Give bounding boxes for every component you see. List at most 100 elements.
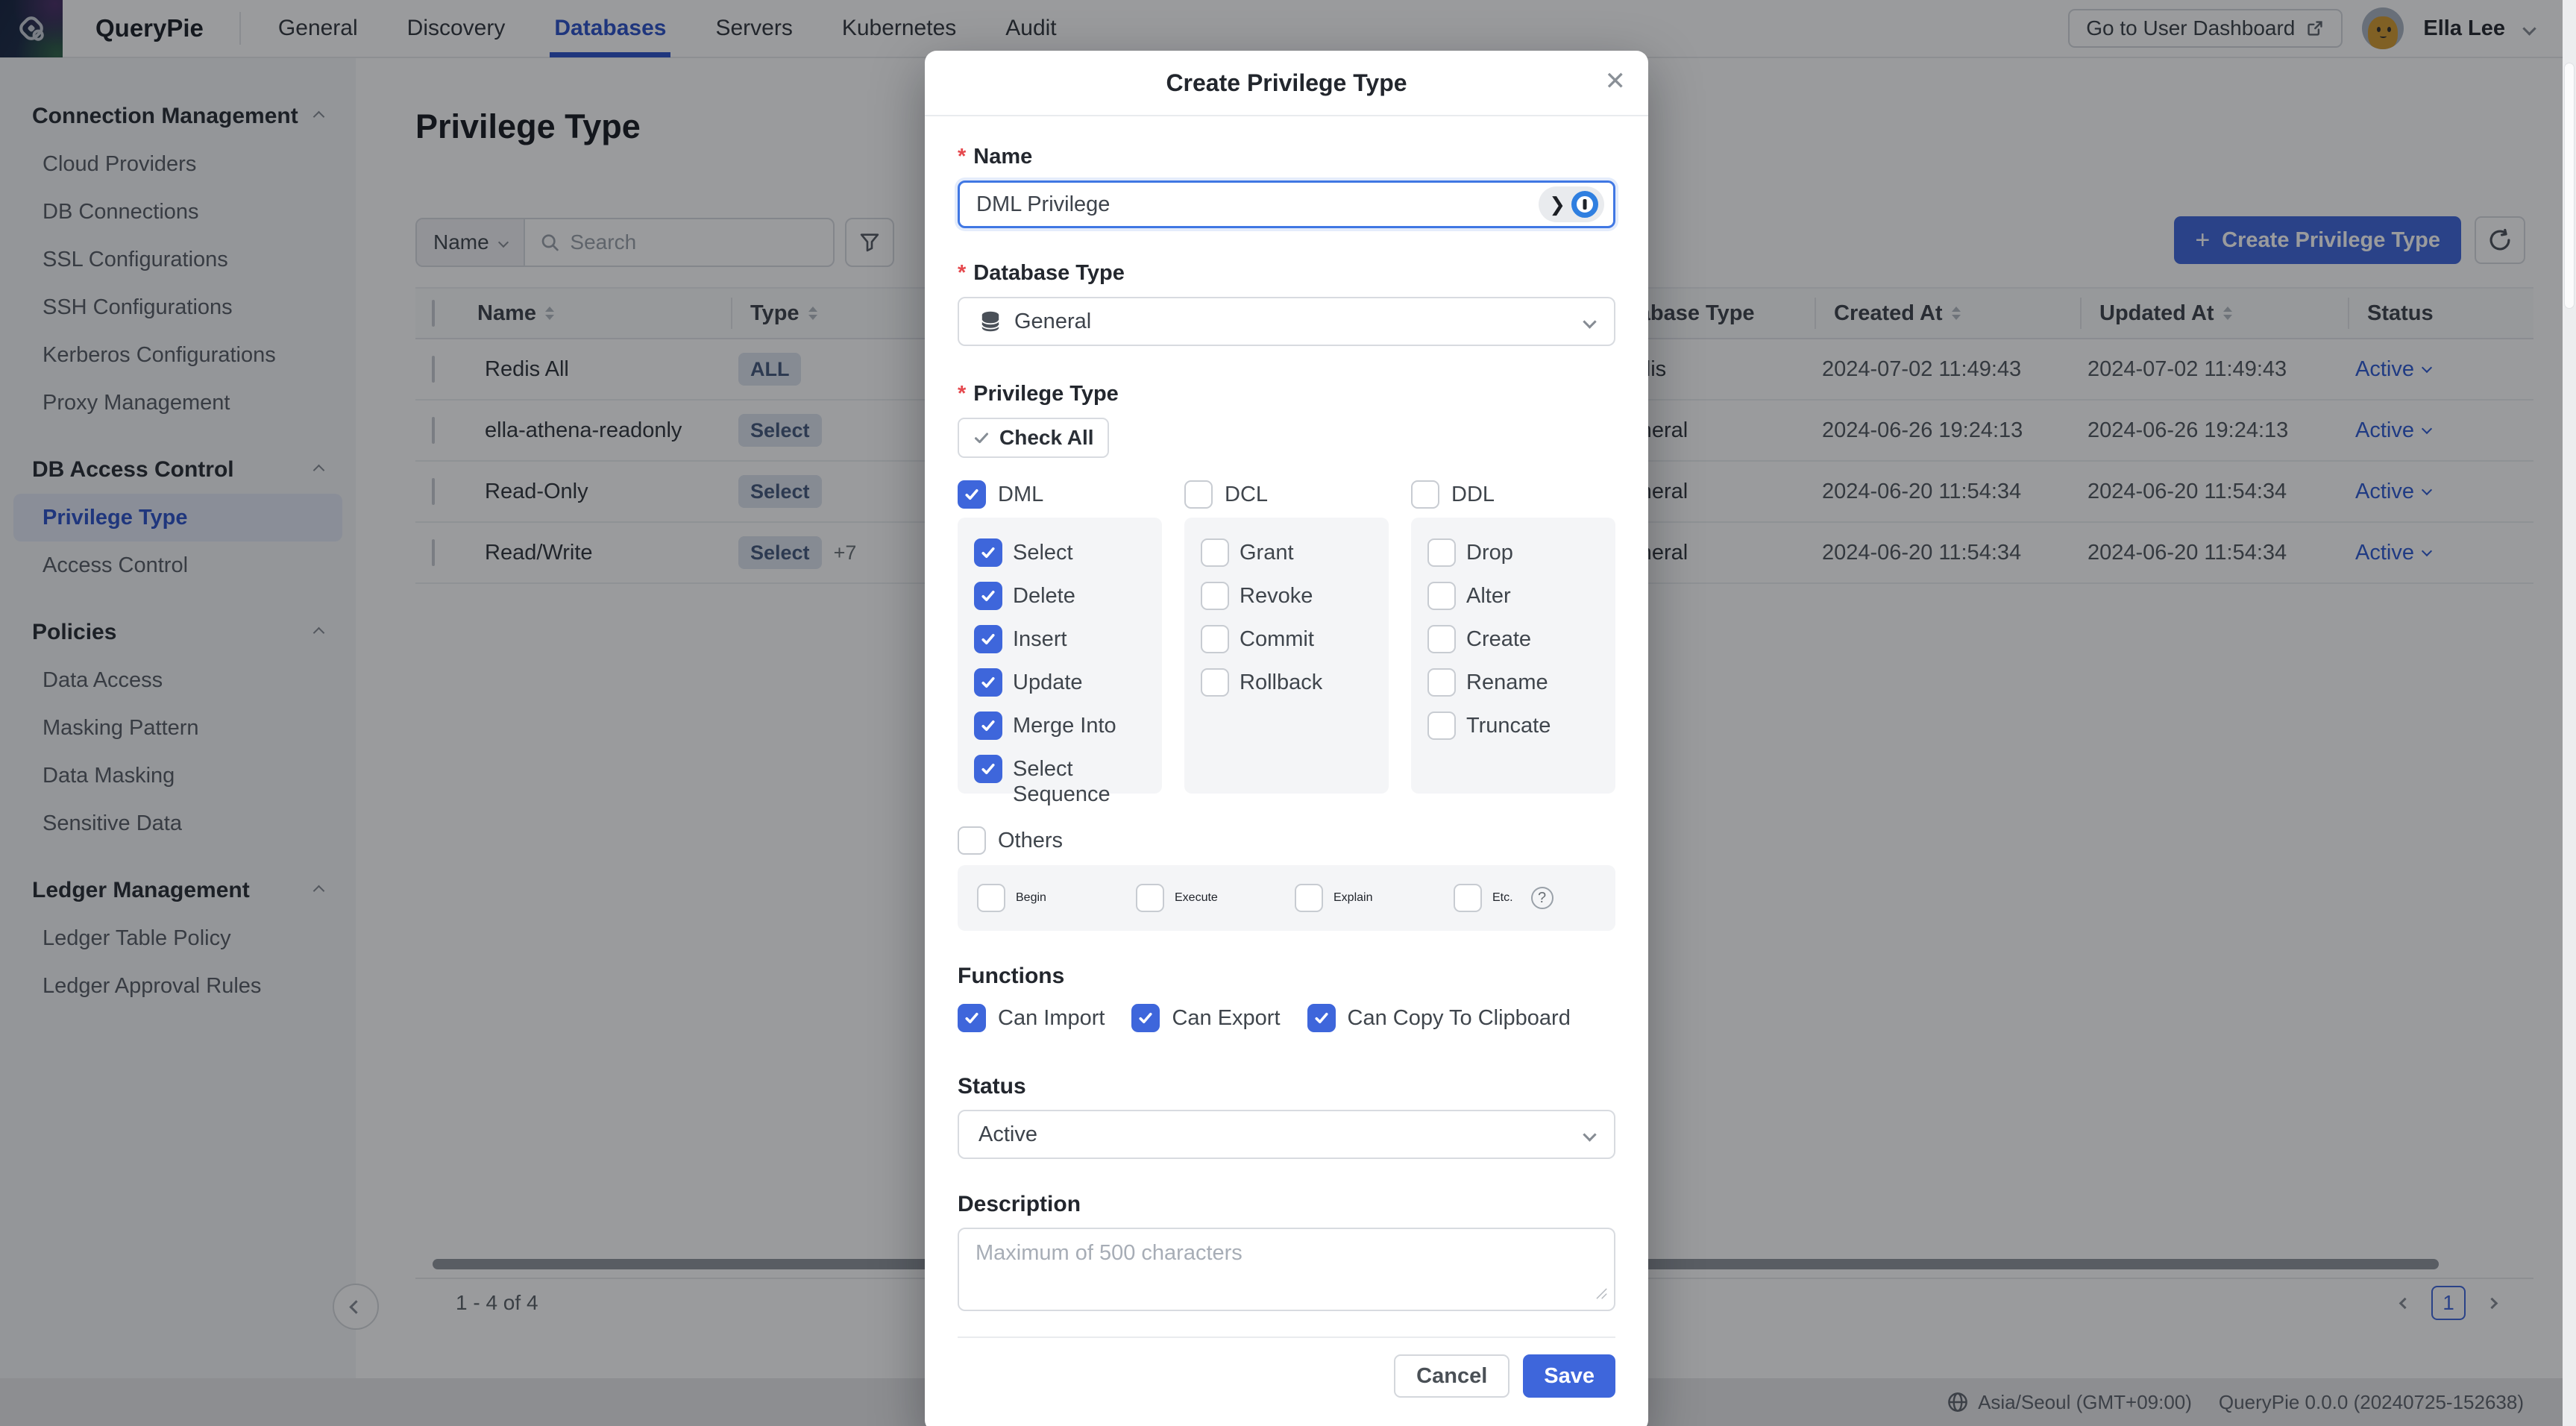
group-dml: DML Select Delete Insert	[958, 480, 1162, 794]
group-label: DML	[998, 483, 1043, 507]
merge-into-checkbox[interactable]	[974, 712, 1002, 740]
caret-icon: ❯	[1549, 193, 1565, 216]
alter-checkbox[interactable]	[1427, 582, 1456, 610]
functions-row: Can Import Can Export Can Copy To Clipbo…	[958, 1004, 1615, 1032]
close-icon[interactable]: ✕	[1605, 69, 1627, 94]
function-option: Can Import	[958, 1004, 1105, 1032]
privilege-type-label: * Privilege Type	[958, 382, 1615, 407]
check-all-label: Check All	[999, 426, 1094, 450]
database-icon	[978, 310, 1002, 333]
modal-title: Create Privilege Type	[1166, 69, 1407, 97]
name-field: ❯	[958, 180, 1615, 228]
rename-checkbox[interactable]	[1427, 668, 1456, 697]
others-label: Others	[998, 829, 1063, 853]
modal-footer: Cancel Save	[958, 1337, 1615, 1416]
group-header-ddl: DDL	[1411, 480, 1615, 509]
rollback-checkbox[interactable]	[1201, 668, 1229, 697]
execute-checkbox[interactable]	[1136, 884, 1164, 912]
select-checkbox[interactable]	[974, 538, 1002, 567]
update-checkbox[interactable]	[974, 668, 1002, 697]
group-ddl: DDL Drop Alter Create	[1411, 480, 1615, 794]
privilege-option: Execute	[1136, 884, 1295, 912]
privilege-option: Merge Into	[974, 712, 1146, 740]
privilege-groups: DML Select Delete Insert	[958, 480, 1615, 794]
check-icon	[973, 429, 990, 447]
dml-panel: Select Delete Insert Update	[958, 518, 1162, 794]
privilege-option: Insert	[974, 625, 1146, 653]
create-checkbox[interactable]	[1427, 625, 1456, 653]
privilege-option: Create	[1427, 625, 1599, 653]
modal-body: * Name ❯ * Database Type General	[925, 145, 1648, 1416]
can-copy-to-clipboard-checkbox[interactable]	[1307, 1004, 1336, 1032]
modal-header: Create Privilege Type ✕	[925, 51, 1648, 116]
begin-checkbox[interactable]	[977, 884, 1005, 912]
delete-checkbox[interactable]	[974, 582, 1002, 610]
privilege-option: Rollback	[1201, 668, 1372, 697]
drop-checkbox[interactable]	[1427, 538, 1456, 567]
privilege-option: Truncate	[1427, 712, 1599, 740]
description-textarea[interactable]: Maximum of 500 characters	[958, 1228, 1615, 1311]
select-sequence-checkbox[interactable]	[974, 755, 1002, 783]
chevron-down-icon	[1583, 315, 1596, 328]
truncate-checkbox[interactable]	[1427, 712, 1456, 740]
group-dcl: DCL Grant Revoke Commit	[1184, 480, 1389, 794]
check-all-button[interactable]: Check All	[958, 418, 1109, 458]
1password-autofill-icon[interactable]: ❯	[1539, 186, 1604, 222]
ddl-panel: Drop Alter Create Rename	[1411, 518, 1615, 794]
privilege-option: Explain	[1295, 884, 1454, 912]
dcl-checkbox[interactable]	[1184, 480, 1213, 509]
privilege-option: Grant	[1201, 538, 1372, 567]
etc-checkbox[interactable]	[1454, 884, 1482, 912]
commit-checkbox[interactable]	[1201, 625, 1229, 653]
save-button[interactable]: Save	[1523, 1354, 1615, 1398]
privilege-option: Alter	[1427, 582, 1599, 610]
required-asterisk: *	[958, 261, 966, 286]
others-header: Others	[958, 826, 1615, 855]
database-type-value: General	[1014, 310, 1091, 334]
others-checkbox[interactable]	[958, 826, 986, 855]
dcl-panel: Grant Revoke Commit Rollback	[1184, 518, 1389, 794]
insert-checkbox[interactable]	[974, 625, 1002, 653]
description-placeholder: Maximum of 500 characters	[976, 1241, 1243, 1265]
1password-ring-icon	[1571, 191, 1598, 218]
group-header-dml: DML	[958, 480, 1162, 509]
privilege-option: Commit	[1201, 625, 1372, 653]
explain-checkbox[interactable]	[1295, 884, 1323, 912]
create-privilege-type-modal: Create Privilege Type ✕ * Name ❯ * Datab…	[925, 51, 1648, 1426]
group-label: DCL	[1225, 483, 1268, 507]
grant-checkbox[interactable]	[1201, 538, 1229, 567]
functions-label: Functions	[958, 964, 1615, 989]
can-export-checkbox[interactable]	[1131, 1004, 1160, 1032]
privilege-option: Begin	[977, 884, 1136, 912]
help-icon[interactable]: ?	[1531, 887, 1554, 909]
required-asterisk: *	[958, 145, 966, 169]
group-label: DDL	[1451, 483, 1495, 507]
group-header-dcl: DCL	[1184, 480, 1389, 509]
status-value: Active	[978, 1122, 1037, 1147]
vertical-scrollbar[interactable]	[2563, 0, 2576, 1426]
privilege-option: Delete	[974, 582, 1146, 610]
privilege-option: Drop	[1427, 538, 1599, 567]
resize-handle-icon[interactable]	[1595, 1287, 1608, 1304]
revoke-checkbox[interactable]	[1201, 582, 1229, 610]
name-label: * Name	[958, 145, 1615, 170]
name-input[interactable]	[976, 192, 1539, 217]
privilege-option: Update	[974, 668, 1146, 697]
ddl-checkbox[interactable]	[1411, 480, 1439, 509]
cancel-button[interactable]: Cancel	[1394, 1354, 1510, 1398]
privilege-option: Revoke	[1201, 582, 1372, 610]
function-option: Can Export	[1131, 1004, 1280, 1032]
vertical-scrollbar-thumb[interactable]	[2564, 63, 2575, 309]
required-asterisk: *	[958, 382, 966, 406]
database-type-label: * Database Type	[958, 261, 1615, 286]
privilege-option: Etc. ?	[1454, 884, 1554, 912]
status-select[interactable]: Active	[958, 1110, 1615, 1159]
status-label: Status	[958, 1074, 1615, 1099]
dml-checkbox[interactable]	[958, 480, 986, 509]
privilege-option: Rename	[1427, 668, 1599, 697]
chevron-down-icon	[1583, 1128, 1596, 1141]
database-type-select[interactable]: General	[958, 297, 1615, 346]
can-import-checkbox[interactable]	[958, 1004, 986, 1032]
privilege-option: Select Sequence	[974, 755, 1146, 807]
function-option: Can Copy To Clipboard	[1307, 1004, 1571, 1032]
